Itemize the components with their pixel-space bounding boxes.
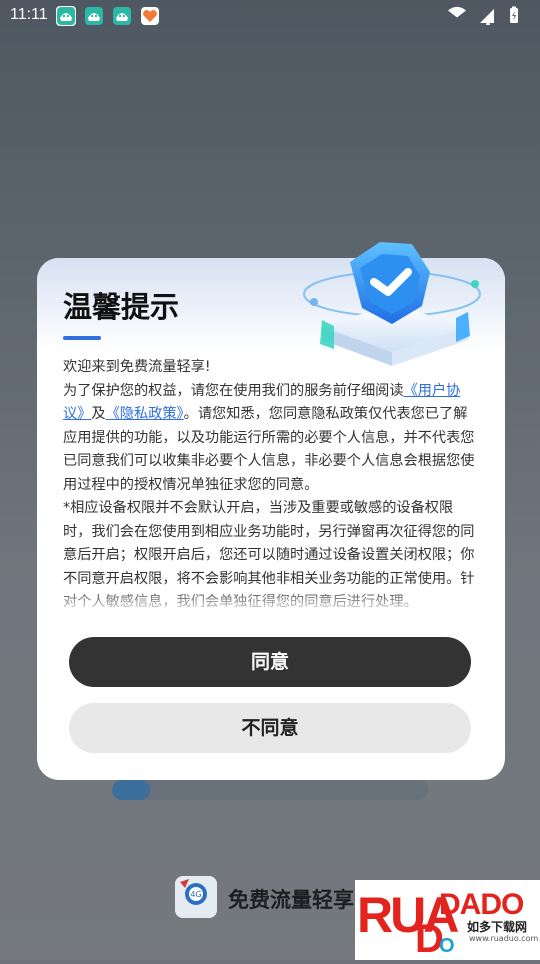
game-controller-icon [84, 6, 104, 26]
paragraph-text: 及 [91, 406, 106, 422]
app-logo-icon: 4G [175, 876, 217, 918]
dialog-title: 温馨提示 [63, 290, 180, 324]
system-status-icons [442, 5, 532, 27]
game-controller-icon [112, 6, 132, 26]
game-controller-icon [56, 6, 76, 26]
text-fade [37, 588, 505, 618]
paragraph-text: 为了保护您的权益，请您在使用我们的服务前仔细阅读 [63, 382, 404, 399]
svg-text:O: O [439, 935, 455, 957]
app-name: 免费流量轻享 [228, 888, 354, 912]
ruandado-watermark: RUA DADO D O 如多下载网 www.ruaduo.com [355, 880, 540, 961]
heart-app-icon [140, 6, 160, 26]
disagree-button[interactable]: 不同意 [69, 703, 471, 753]
dialog-body: 欢迎来到免费流量轻享! 为了保护您的权益，请您在使用我们的服务前仔细阅读《用户协… [63, 356, 479, 612]
title-underline [63, 336, 101, 340]
privacy-paragraph: 为了保护您的权益，请您在使用我们的服务前仔细阅读《用户协议》及《隐私政策》。请您… [63, 380, 479, 498]
svg-text:DADO: DADO [439, 888, 524, 921]
status-bar: 11:11 [0, 0, 540, 32]
wifi-icon [448, 6, 466, 18]
status-time: 11:11 [10, 6, 48, 23]
watermark-subtitle: 如多下载网 [467, 920, 528, 934]
loading-progress-bar [112, 780, 428, 800]
agree-button[interactable]: 同意 [69, 637, 471, 687]
svg-text:4G: 4G [190, 890, 201, 899]
loading-progress-fill [112, 780, 150, 800]
shield-icon [300, 232, 490, 377]
cell-signal-icon [480, 9, 494, 23]
privacy-policy-link[interactable]: 《隐私政策》 [106, 406, 184, 422]
watermark-url: www.ruaduo.com [469, 934, 539, 943]
